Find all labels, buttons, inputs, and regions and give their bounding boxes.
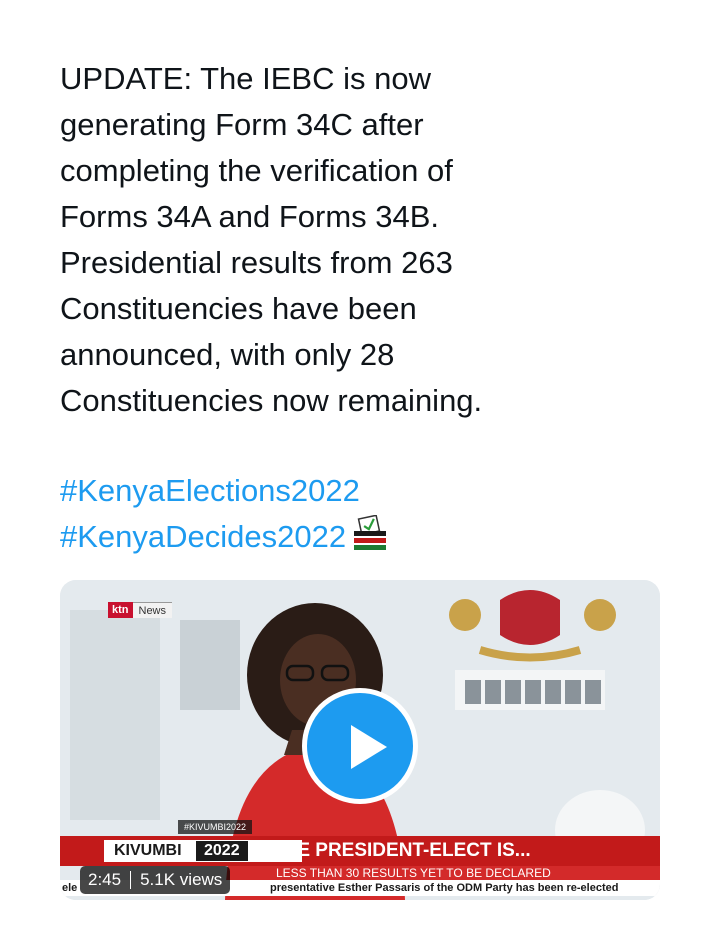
ticker-text: presentative Esther Passaris of the ODM … [270,882,619,894]
hashtag-row: #KenyaDecides2022 [60,514,390,560]
ktn-logo-mark: ktn [108,602,133,618]
ktn-news-logo: ktn News [108,602,173,618]
video-stats-badge: 2:45 5.1K views [80,866,231,894]
tweet-text-line: UPDATE: The IEBC is now [60,61,431,96]
badge-separator [130,871,132,889]
video-duration: 2:45 [88,870,122,889]
ballot-box-icon [354,515,387,550]
tweet-text-line: completing the verification of [60,153,453,188]
tweet-text-line: Constituencies now remaining. [60,383,483,418]
tweet-text-line: Presidential results from 263 [60,245,453,280]
hashtag-kenya-decides-2022[interactable]: #KenyaDecides2022 [60,519,346,554]
tweet-text-line: generating Form 34C after [60,107,424,142]
ktn-logo-news: News [132,602,173,618]
video-player[interactable]: ktn News #KIVUMBI2022 KIVUMBI 2022 THE P… [60,580,660,900]
ticker-left-text: ele [62,882,78,894]
tweet-text-line: Forms 34A and Forms 34B. [60,199,440,234]
lower-third-year: 2022 [196,841,248,861]
hashtag-kenya-elections-2022[interactable]: #KenyaElections2022 [60,468,390,514]
tweet-text: UPDATE: The IEBC is now generating Form … [60,56,680,424]
hashtag-list: #KenyaElections2022 #KenyaDecides2022 [60,468,390,560]
lower-third-brand-name: KIVUMBI [114,842,182,859]
tweet-text-line: announced, with only 28 [60,337,395,372]
lower-third-headline: THE PRESIDENT-ELECT IS... [272,840,531,861]
tweet-text-line: Constituencies have been [60,291,417,326]
video-view-count: 5.1K views [140,870,223,889]
play-button[interactable] [302,688,418,804]
lower-third-subheadline: LESS THAN 30 RESULTS YET TO BE DECLARED [270,866,660,880]
